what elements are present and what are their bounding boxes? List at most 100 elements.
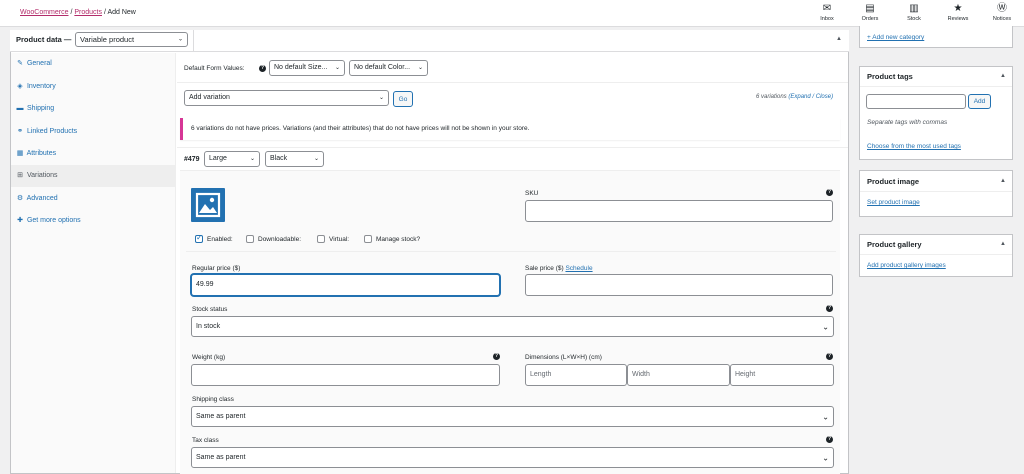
chevron-down-icon: ⌄ (822, 453, 829, 462)
add-variation-select[interactable]: Add variation ⌄ (184, 90, 389, 106)
stock-status-select[interactable]: In stock ⌄ (191, 316, 834, 337)
length-input[interactable]: Length (525, 364, 627, 386)
collapse-arrow-icon[interactable]: ▲ (836, 36, 842, 42)
wordpress-icon: Ⓦ (997, 3, 1007, 14)
weight-input[interactable] (191, 364, 500, 386)
tab-variations[interactable]: ⊞ Variations (11, 165, 176, 187)
breadcrumb-separator: / (70, 9, 73, 16)
gear-icon: ⚙ (16, 195, 24, 202)
downloadable-label: Downloadable: (258, 236, 302, 243)
divider (860, 191, 1012, 192)
topnav-inbox[interactable]: ✉ Inbox (810, 3, 844, 25)
shipping-class-value: Same as parent (196, 413, 246, 420)
tab-label: Linked Products (26, 128, 78, 135)
tax-class-value: Same as parent (196, 454, 246, 461)
divider (186, 251, 836, 252)
breadcrumb: WooCommerce / Products / Add New (20, 9, 136, 16)
variation-image-button[interactable] (191, 188, 225, 222)
variation-size-select[interactable]: Large ⌄ (204, 151, 260, 167)
manage-stock-checkbox[interactable] (364, 235, 372, 243)
regular-price-value: 49.99 (196, 281, 214, 288)
help-icon[interactable]: ? (826, 353, 833, 360)
virtual-checkbox[interactable] (317, 235, 325, 243)
tab-attributes[interactable]: ▦ Attributes (11, 143, 176, 165)
topnav-label: Inbox (820, 16, 834, 22)
product-image-title: Product image (867, 177, 920, 186)
topnav-reviews[interactable]: ★ Reviews (941, 3, 975, 25)
enabled-checkbox[interactable] (195, 233, 203, 243)
tax-class-label: Tax class (192, 437, 219, 444)
add-new-category-link[interactable]: + Add new category (867, 34, 924, 41)
go-button[interactable]: Go (393, 91, 413, 107)
add-tag-button[interactable]: Add (968, 94, 991, 109)
truck-icon: ▬ (16, 105, 24, 112)
breadcrumb-current: Add New (107, 9, 136, 16)
help-icon[interactable]: ? (826, 189, 833, 196)
chevron-down-icon: ⌄ (822, 322, 829, 331)
collapse-arrow-icon[interactable]: ▲ (1000, 178, 1006, 184)
tab-get-more-options[interactable]: ✚ Get more options (11, 210, 176, 232)
topnav-notices[interactable]: Ⓦ Notices (985, 3, 1019, 25)
downloadable-checkbox[interactable] (246, 235, 254, 243)
tab-advanced[interactable]: ⚙ Advanced (11, 188, 176, 210)
shipping-class-label: Shipping class (192, 396, 234, 403)
close-link[interactable]: Close) (816, 94, 833, 100)
topnav-orders[interactable]: ▤ Orders (853, 3, 887, 25)
tab-linked-products[interactable]: ⚭ Linked Products (11, 121, 176, 143)
sku-label: SKU (525, 190, 539, 197)
default-form-values-label: Default Form Values: (184, 65, 245, 72)
help-icon[interactable]: ? (493, 353, 500, 360)
help-icon[interactable]: ? (259, 65, 266, 72)
chevron-down-icon: ⌄ (177, 36, 183, 42)
tab-inventory[interactable]: ◈ Inventory (11, 76, 176, 98)
tab-label: Inventory (26, 83, 56, 90)
width-input[interactable]: Width (627, 364, 730, 386)
chevron-down-icon: ⌄ (378, 95, 384, 101)
height-input[interactable]: Height (730, 364, 834, 386)
link-icon: ⚭ (17, 128, 23, 135)
tax-class-select[interactable]: Same as parent ⌄ (191, 447, 834, 468)
choose-most-used-tags-link[interactable]: Choose from the most used tags (867, 143, 961, 150)
breadcrumb-separator: / (103, 9, 106, 16)
sku-input[interactable] (525, 200, 833, 222)
width-placeholder: Width (632, 371, 650, 378)
image-placeholder-icon (195, 192, 221, 218)
breadcrumb-woocommerce-link[interactable]: WooCommerce (20, 9, 69, 16)
help-icon[interactable]: ? (826, 305, 833, 312)
tab-label: General (26, 60, 52, 67)
topnav-stock[interactable]: ▥ Stock (897, 3, 931, 25)
expand-link[interactable]: (Expand (788, 94, 810, 100)
default-color-value: No default Color... (354, 64, 411, 71)
schedule-link[interactable]: Schedule (565, 265, 592, 272)
help-icon[interactable]: ? (826, 436, 833, 443)
tab-label: Get more options (26, 217, 81, 224)
tab-shipping[interactable]: ▬ Shipping (11, 98, 176, 120)
grid-icon: ⊞ (17, 172, 23, 179)
topnav-label: Orders (861, 16, 879, 22)
product-tags-title: Product tags (867, 72, 913, 81)
tags-input[interactable] (866, 94, 966, 109)
product-type-select[interactable]: Variable product ⌄ (75, 32, 188, 47)
variation-id: #479 (184, 156, 200, 163)
collapse-arrow-icon[interactable]: ▲ (1000, 241, 1006, 247)
tab-general[interactable]: ✎ General (11, 53, 176, 75)
sale-price-input[interactable] (525, 274, 833, 296)
collapse-arrow-icon[interactable]: ▲ (1000, 73, 1006, 79)
missing-prices-notice: 6 variations do not have prices. Variati… (180, 118, 840, 140)
variation-color-select[interactable]: Black ⌄ (265, 151, 324, 167)
add-variation-value: Add variation (189, 94, 230, 101)
default-color-select[interactable]: No default Color... ⌄ (349, 60, 428, 76)
stock-status-value: In stock (196, 323, 221, 330)
regular-price-input[interactable]: 49.99 (191, 274, 500, 296)
default-size-select[interactable]: No default Size... ⌄ (269, 60, 345, 76)
chevron-down-icon: ⌄ (822, 412, 829, 421)
virtual-label: Virtual: (329, 236, 350, 243)
tab-label: Advanced (26, 195, 58, 202)
star-icon: ★ (953, 3, 963, 14)
set-product-image-link[interactable]: Set product image (867, 199, 920, 206)
shipping-class-select[interactable]: Same as parent ⌄ (191, 406, 834, 427)
breadcrumb-products-link[interactable]: Products (74, 9, 102, 16)
regular-price-label: Regular price ($) (192, 265, 241, 272)
height-placeholder: Height (735, 371, 756, 378)
add-gallery-images-link[interactable]: Add product gallery images (867, 262, 946, 269)
